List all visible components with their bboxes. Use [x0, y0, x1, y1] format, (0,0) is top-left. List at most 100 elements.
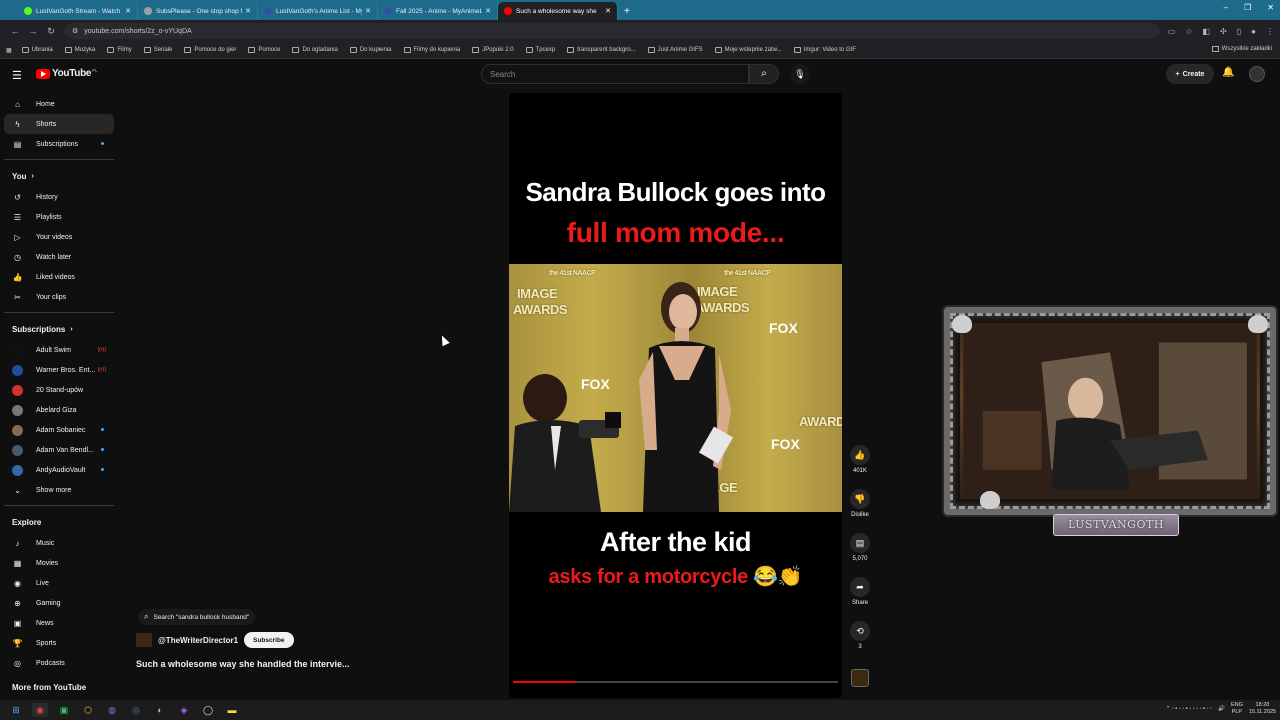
sidebar-item-live[interactable]: ◉ Live	[4, 573, 114, 593]
site-info-icon[interactable]: ⚙	[72, 27, 78, 35]
close-tab-icon[interactable]: ✕	[605, 7, 611, 15]
subscription-item[interactable]: AndyAudioVault	[4, 460, 114, 480]
bookmark-item[interactable]: Filmy	[107, 47, 132, 53]
share-button[interactable]: ➦ Share	[845, 577, 875, 621]
close-tab-icon[interactable]: ✕	[485, 7, 491, 15]
close-tab-icon[interactable]: ✕	[365, 7, 371, 15]
subscription-item[interactable]: 20 Stand-upów	[4, 380, 114, 400]
back-icon[interactable]: ←	[6, 26, 24, 36]
bookmark-item[interactable]: Filmy do kupienia	[403, 47, 460, 53]
subscription-item[interactable]: Abelard Giza	[4, 400, 114, 420]
sidebar-item-music[interactable]: ♪ Music	[4, 533, 114, 553]
bookmark-item[interactable]: transparent backgro...	[567, 47, 636, 53]
browser-tab[interactable]: Such a wholesome way she ✕	[498, 2, 618, 20]
subscription-item[interactable]: Adult Swim ((•))	[4, 340, 114, 360]
sidebar-item-news[interactable]: ▣ News	[4, 613, 114, 633]
bookmark-item[interactable]: Ubrania	[21, 47, 53, 53]
mic-icon[interactable]: 🎙	[790, 64, 810, 84]
menu-icon[interactable]: ☰	[12, 69, 22, 82]
bookmark-item[interactable]: JPopuki 2.0	[472, 47, 514, 53]
remix-button[interactable]: ⟲ 3	[845, 621, 875, 665]
keyboard-layout[interactable]: ENG PLP	[1231, 702, 1243, 716]
cast-icon[interactable]: ▭	[1168, 27, 1176, 36]
sidebar-item-history[interactable]: ↺ History	[4, 187, 114, 207]
bookmark-item[interactable]: Tpcexp	[525, 47, 555, 53]
search-suggestion[interactable]: ⌕ Search "sandra bullock husband"	[138, 609, 256, 625]
bookmark-item[interactable]: Do kupienia	[349, 47, 392, 53]
channel-name[interactable]: @TheWriterDirector1	[158, 636, 238, 645]
notifications-icon[interactable]: 🔔	[1222, 67, 1234, 78]
sidebar-item-gaming[interactable]: ⊕ Gaming	[4, 593, 114, 613]
video-title[interactable]: Such a wholesome way she handled the int…	[136, 659, 350, 669]
close-tab-icon[interactable]: ✕	[245, 7, 251, 15]
sidebar-item-sports[interactable]: 🏆 Sports	[4, 633, 114, 653]
channel-avatar[interactable]	[136, 633, 152, 647]
sidebar-item-podcasts[interactable]: ◎ Podcasts	[4, 653, 114, 673]
browser-tab[interactable]: LustVanGoth Stream - Watch L ✕	[18, 2, 138, 20]
subscription-item[interactable]: Adam Van Bendl...	[4, 440, 114, 460]
bookmark-item[interactable]: Just Anime GIFS	[647, 47, 703, 53]
minimize-icon[interactable]: –	[1224, 3, 1228, 12]
like-button[interactable]: 👍 401K	[845, 445, 875, 489]
subscriptions-header[interactable]: Subscriptions ›	[4, 318, 114, 340]
youtube-logo[interactable]: YouTube PL	[36, 68, 98, 79]
all-bookmarks[interactable]: Wszystkie zakładki	[1211, 46, 1272, 52]
avatar[interactable]	[1249, 66, 1265, 82]
show-more-button[interactable]: ⌄ Show more	[4, 480, 114, 500]
puzzle-icon[interactable]: ✣	[1220, 27, 1227, 36]
bookmark-item[interactable]: Muzyka	[64, 47, 95, 53]
sidebar-item-home[interactable]: ⌂ Home	[4, 94, 114, 114]
app-yellow-icon[interactable]: ⬡	[80, 703, 96, 717]
you-header[interactable]: You ›	[4, 165, 114, 187]
new-tab-button[interactable]: +	[618, 2, 636, 20]
shorts-player[interactable]: Sandra Bullock goes into full mom mode..…	[509, 93, 842, 698]
reload-icon[interactable]: ↻	[42, 26, 60, 37]
browser-tab[interactable]: LustVanGoth's Anime List - My ✕	[258, 2, 378, 20]
sidebar-item-liked-videos[interactable]: 👍 Liked videos	[4, 267, 114, 287]
app-green-icon[interactable]: ▣	[56, 703, 72, 717]
extension-icon[interactable]: ◧	[1202, 27, 1210, 36]
sidebar-item-your-videos[interactable]: ▷ Your videos	[4, 227, 114, 247]
create-button[interactable]: + Create	[1166, 64, 1214, 84]
subscription-item[interactable]: Warner Bros. Ent... ((•))	[4, 360, 114, 380]
sidebar-item-shorts[interactable]: ϟ Shorts	[4, 114, 114, 134]
search-input[interactable]: Search	[481, 64, 749, 84]
folder-icon[interactable]: ▬	[224, 703, 240, 717]
chrome-icon[interactable]: ◉	[32, 703, 48, 717]
comments-button[interactable]: ▤ 5,070	[845, 533, 875, 577]
browser-tab[interactable]: Fall 2025 - Anime - MyAnimeLi ✕	[378, 2, 498, 20]
forward-icon[interactable]: →	[24, 26, 42, 36]
video-progress-bar[interactable]	[513, 681, 838, 683]
volume-icon[interactable]: 🔊	[1218, 706, 1225, 712]
steam-icon[interactable]: ◐	[152, 703, 168, 717]
sidebar-item-subscriptions[interactable]: ▤ Subscriptions	[4, 134, 114, 154]
close-window-icon[interactable]: ✕	[1267, 3, 1274, 12]
bookmark-star-icon[interactable]: ☆	[1185, 27, 1192, 36]
profile-icon[interactable]: ●	[1251, 27, 1256, 36]
tray-icons[interactable]: ⌃ ◦ ▪ ◦ ◦ ▪ ◦ ◦ ◦ ◦ ▪ ◦ ◦	[1166, 706, 1212, 712]
bookmark-item[interactable]: Do ogladania	[292, 47, 338, 53]
twitch-icon[interactable]: ◈	[176, 703, 192, 717]
clock[interactable]: 18:28 15.11.2025	[1249, 702, 1276, 716]
maximize-icon[interactable]: ❐	[1244, 3, 1251, 12]
sidebar-item-your-clips[interactable]: ✂ Your clips	[4, 287, 114, 307]
windows-start-icon[interactable]: ⊞	[8, 703, 24, 717]
bookmark-item[interactable]: Pomoce	[248, 47, 280, 53]
bookmark-item[interactable]: Pomoce do gier	[184, 47, 236, 53]
sidebar-icon[interactable]: ▯	[1237, 27, 1241, 36]
menu-dots-icon[interactable]: ⋮	[1266, 27, 1274, 36]
subscribe-button[interactable]: Subscribe	[244, 632, 294, 648]
bookmark-item[interactable]: Moje wstepnie zatw...	[714, 47, 782, 53]
video-frame[interactable]: IMAGE AWARDS IMAGE AWARDS IMAGE AWARDS t…	[509, 264, 842, 512]
close-tab-icon[interactable]: ✕	[125, 7, 131, 15]
sidebar-item-movies[interactable]: ▦ Movies	[4, 553, 114, 573]
bookmark-item[interactable]: Imgur: Video to GIF	[793, 47, 856, 53]
browser-tab[interactable]: SubsPlease - One stop shop fo ✕	[138, 2, 258, 20]
obs-icon[interactable]: ◯	[200, 703, 216, 717]
browser-icon[interactable]: ◎	[128, 703, 144, 717]
channel-thumbnail[interactable]	[851, 669, 869, 687]
subscription-item[interactable]: Adam Sobaniec	[4, 420, 114, 440]
discord-icon[interactable]: ◍	[104, 703, 120, 717]
dislike-button[interactable]: 👎 Dislike	[845, 489, 875, 533]
bookmark-item[interactable]: Seriale	[143, 47, 172, 53]
